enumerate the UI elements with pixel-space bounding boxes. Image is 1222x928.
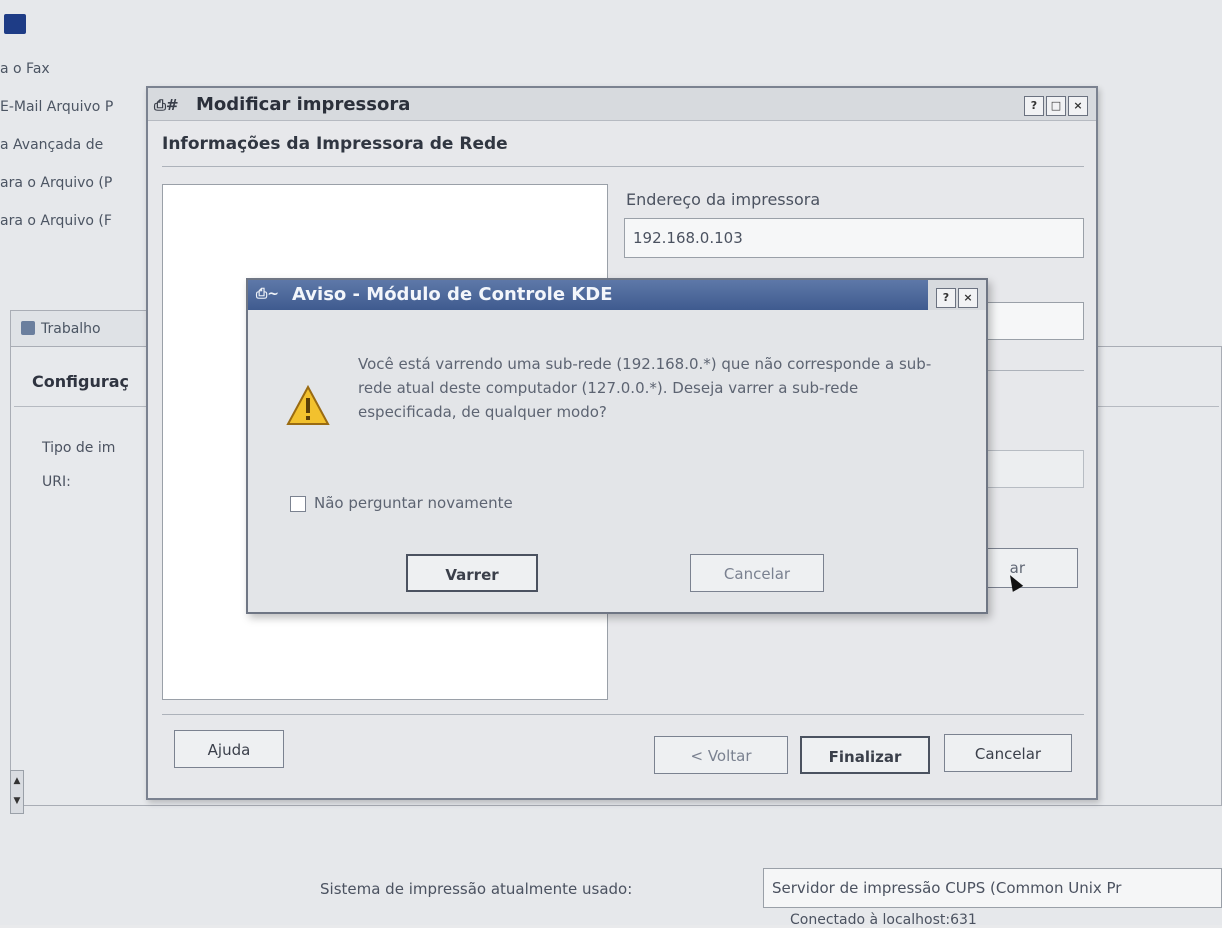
print-system-select[interactable]: Servidor de impressão CUPS (Common Unix … (763, 868, 1222, 908)
kde-control-icon: ⎙~ (256, 286, 279, 302)
menu-item[interactable]: ara o Arquivo (P (0, 164, 113, 202)
background-menu-list: a o Fax E-Mail Arquivo P a Avançada de a… (0, 50, 113, 240)
divider (162, 166, 1084, 167)
panel-title: Configuraç (32, 372, 129, 391)
warning-icon (286, 384, 330, 425)
menu-item[interactable]: ara o Arquivo (F (0, 202, 113, 240)
close-icon[interactable]: × (958, 288, 978, 308)
warning-titlebar-buttons: ? × (928, 280, 986, 310)
menu-item[interactable]: a o Fax (0, 50, 113, 88)
menu-item[interactable]: E-Mail Arquivo P (0, 88, 113, 126)
warning-message: Você está varrendo uma sub-rede (192.168… (358, 355, 932, 421)
address-label: Endereço da impressora (626, 190, 821, 209)
help-icon[interactable]: ? (1024, 96, 1044, 116)
warning-cancel-button[interactable]: Cancelar (690, 554, 824, 592)
printer-icon (21, 321, 35, 335)
scrollbar[interactable]: ▲ ▼ (10, 770, 24, 814)
dialog-titlebar[interactable]: ⎙# Modificar impressora ? □ × (148, 88, 1096, 121)
cancel-button[interactable]: Cancelar (944, 734, 1072, 772)
scroll-down-icon[interactable]: ▼ (11, 791, 23, 811)
help-button[interactable]: Ajuda (174, 730, 284, 768)
warning-title: Aviso - Módulo de Controle KDE (292, 284, 613, 305)
print-system-label: Sistema de impressão atualmente usado: (320, 880, 633, 898)
printer-icon: ⎙# (154, 96, 179, 114)
warning-titlebar[interactable]: ⎙~ Aviso - Módulo de Controle KDE (248, 280, 928, 310)
scan-confirm-button[interactable]: Varrer (406, 554, 538, 592)
app-icon (4, 14, 26, 34)
close-icon[interactable]: × (1068, 96, 1088, 116)
dont-ask-again-label[interactable]: Não perguntar novamente (314, 494, 513, 512)
dont-ask-again-checkbox[interactable] (290, 496, 306, 512)
maximize-icon[interactable]: □ (1046, 96, 1066, 116)
warning-dialog: ⎙~ Aviso - Módulo de Controle KDE ? × Voc… (246, 278, 988, 614)
dialog-title: Modificar impressora (196, 94, 411, 115)
tab-trabalhos[interactable]: Trabalho (10, 310, 150, 346)
address-input[interactable]: 192.168.0.103 (624, 218, 1084, 258)
uri-label: URI: (42, 474, 71, 490)
help-icon[interactable]: ? (936, 288, 956, 308)
connection-status: Conectado à localhost:631 (790, 912, 977, 928)
menu-item[interactable]: a Avançada de (0, 126, 113, 164)
finish-button[interactable]: Finalizar (800, 736, 930, 774)
divider (162, 714, 1084, 715)
section-header: Informações da Impressora de Rede (162, 134, 508, 154)
scroll-up-icon[interactable]: ▲ (11, 771, 23, 791)
back-button[interactable]: < Voltar (654, 736, 788, 774)
printer-type-label: Tipo de im (42, 440, 116, 456)
